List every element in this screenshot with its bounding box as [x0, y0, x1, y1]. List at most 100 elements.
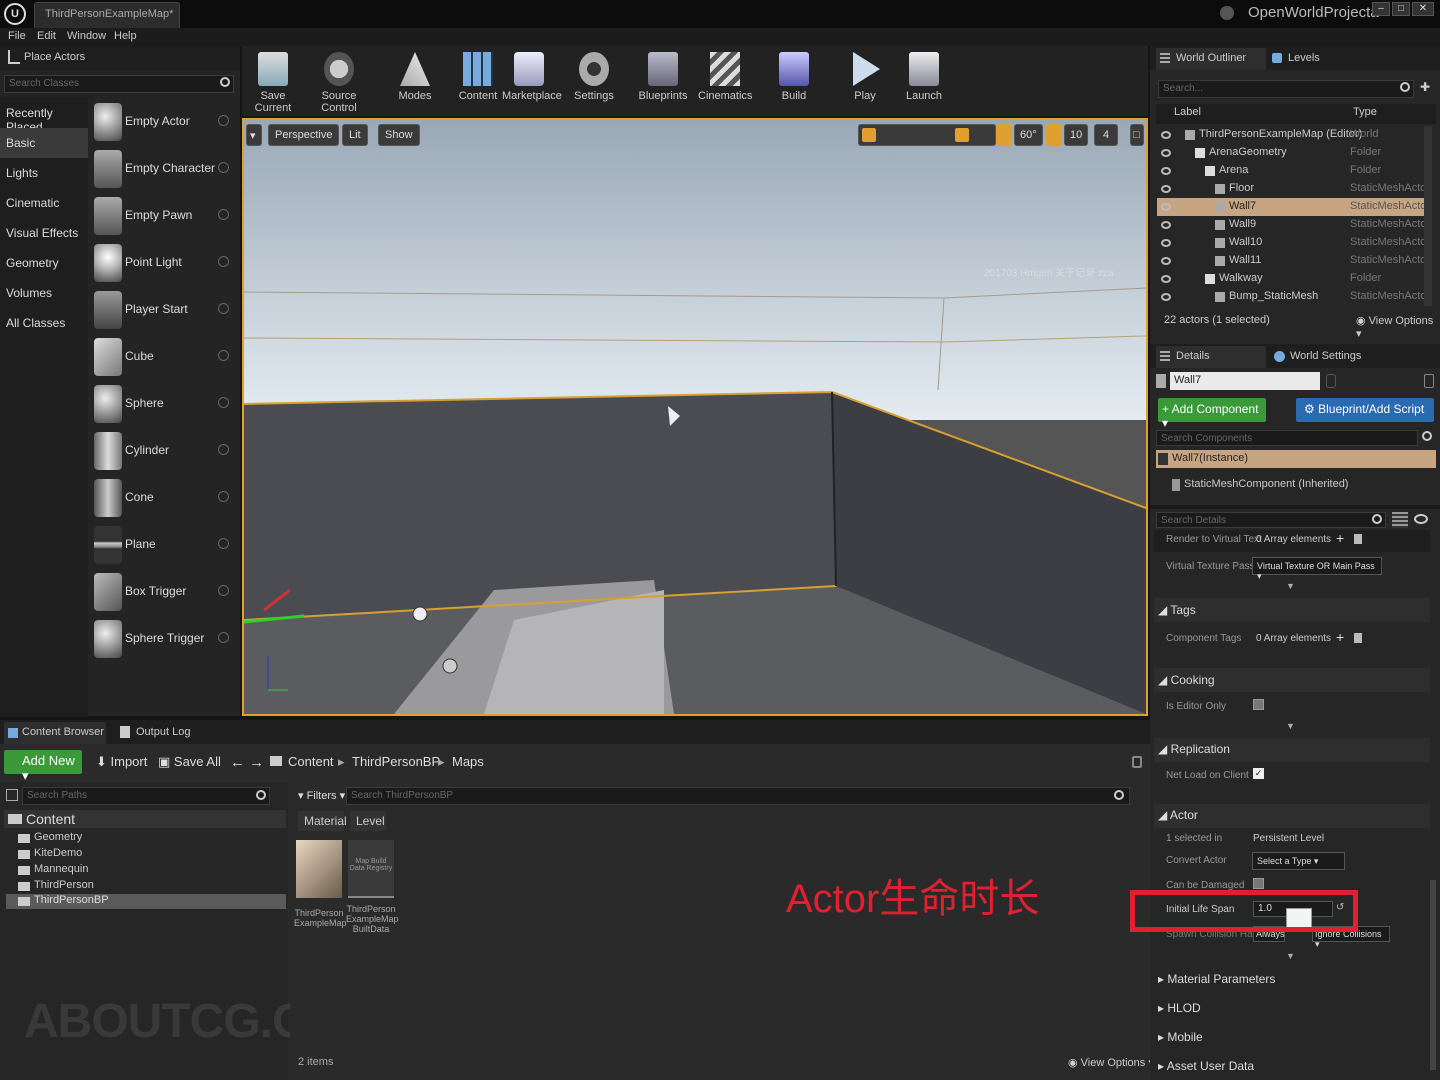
- modes-button[interactable]: Modes: [394, 52, 436, 108]
- material-parameters-section[interactable]: ▸ Material Parameters: [1158, 972, 1275, 986]
- actor-item-sphere[interactable]: Sphere: [90, 381, 236, 428]
- visibility-eye-icon[interactable]: [1161, 221, 1171, 229]
- column-type[interactable]: Type: [1353, 106, 1377, 118]
- minimize-icon[interactable]: –: [1372, 2, 1390, 16]
- unreal-logo-icon[interactable]: U: [4, 3, 26, 25]
- splitter[interactable]: [1150, 505, 1440, 509]
- show-button[interactable]: Show: [378, 124, 420, 146]
- asset-thirdperson-examplemap-builtdata[interactable]: Map Build Data Registry ThirdPerson Exam…: [346, 838, 399, 948]
- tab-output-log[interactable]: Output Log: [118, 722, 208, 744]
- tree-item-mannequin[interactable]: Mannequin: [12, 863, 282, 878]
- history-back-icon[interactable]: ← →: [230, 754, 264, 771]
- mobile-section[interactable]: ▸ Mobile: [1158, 1030, 1203, 1044]
- visibility-eye-icon[interactable]: [1161, 203, 1171, 211]
- cooking-section-header[interactable]: ◢ Cooking: [1158, 673, 1215, 687]
- breadcrumb-maps[interactable]: Maps: [452, 754, 484, 769]
- help-icon[interactable]: [218, 585, 229, 596]
- asset-user-data-section[interactable]: ▸ Asset User Data: [1158, 1059, 1254, 1073]
- save-all-button[interactable]: ▣ Save All: [158, 754, 221, 770]
- add-element-icon[interactable]: +: [1336, 629, 1344, 645]
- scale-snap-icon[interactable]: [1046, 124, 1062, 146]
- editor-only-checkbox[interactable]: [1253, 699, 1264, 710]
- menu-file[interactable]: File: [8, 30, 26, 42]
- maximize-viewport-icon[interactable]: □: [1130, 124, 1144, 146]
- category-basic[interactable]: Basic: [0, 128, 88, 158]
- tags-section-header[interactable]: ◢ Tags: [1158, 603, 1196, 617]
- translate-icon[interactable]: [862, 128, 876, 142]
- category-lights[interactable]: Lights: [0, 158, 88, 188]
- add-folder-icon[interactable]: ✚: [1420, 80, 1434, 96]
- menu-help[interactable]: Help: [114, 30, 137, 42]
- expand-advanced-icon[interactable]: ▼: [1286, 951, 1295, 961]
- tab-world-outliner[interactable]: World Outliner: [1156, 48, 1266, 70]
- document-tab[interactable]: ThirdPersonExampleMap*: [34, 2, 180, 28]
- breadcrumb-content[interactable]: Content: [288, 754, 334, 769]
- expand-advanced-icon[interactable]: ▼: [1286, 721, 1295, 731]
- rotation-snap-value[interactable]: 60°: [1014, 124, 1043, 146]
- actor-item-point-light[interactable]: Point Light: [90, 240, 236, 287]
- content-button[interactable]: Content: [458, 52, 498, 108]
- filters-button[interactable]: ▾ Filters ▾: [298, 789, 345, 802]
- actor-name-field[interactable]: Wall7: [1170, 372, 1320, 390]
- category-recently-placed[interactable]: Recently Placed: [0, 98, 88, 134]
- outliner-row[interactable]: Wall10 StaticMeshActor: [1157, 234, 1430, 252]
- outliner-row[interactable]: ArenaGeometry Folder: [1157, 144, 1425, 162]
- category-visual-effects[interactable]: Visual Effects: [0, 218, 88, 248]
- lock-selection-icon[interactable]: [1424, 374, 1434, 388]
- component-instance-row[interactable]: Wall7(Instance): [1156, 450, 1436, 468]
- search-details-input[interactable]: Search Details: [1156, 512, 1386, 528]
- actor-item-empty-pawn[interactable]: Empty Pawn: [90, 193, 236, 240]
- tree-root-row[interactable]: Content: [4, 810, 286, 828]
- expand-advanced-icon[interactable]: ▼: [1286, 581, 1295, 591]
- category-volumes[interactable]: Volumes: [0, 278, 88, 308]
- outliner-view-options-button[interactable]: ◉ View Options ▾: [1356, 314, 1440, 340]
- trash-icon[interactable]: [1354, 534, 1362, 544]
- hlod-section[interactable]: ▸ HLOD: [1158, 1001, 1201, 1015]
- outliner-row[interactable]: Walkway Folder: [1157, 270, 1425, 288]
- actor-item-cone[interactable]: Cone: [90, 475, 236, 522]
- replication-section-header[interactable]: ◢ Replication: [1158, 742, 1230, 756]
- save-current-button[interactable]: Save Current: [244, 52, 302, 114]
- column-label[interactable]: Label: [1174, 106, 1201, 118]
- filter-chip-material[interactable]: Material: [298, 811, 347, 831]
- import-button[interactable]: ⬇ Import: [96, 754, 147, 770]
- help-icon[interactable]: [218, 444, 229, 455]
- blueprints-button[interactable]: Blueprints: [638, 52, 688, 108]
- maximize-icon[interactable]: □: [1392, 2, 1410, 16]
- tab-world-settings[interactable]: World Settings: [1272, 346, 1382, 368]
- view-options-button[interactable]: ◉ View Options ▾: [1068, 1056, 1154, 1069]
- eye-icon[interactable]: [1414, 514, 1428, 524]
- breadcrumb-thirdpersonbp[interactable]: ThirdPersonBP: [352, 754, 440, 769]
- can-be-damaged-checkbox[interactable]: [1253, 878, 1264, 889]
- category-geometry[interactable]: Geometry: [0, 248, 88, 278]
- visibility-eye-icon[interactable]: [1161, 239, 1171, 247]
- actor-item-empty-character[interactable]: Empty Character: [90, 146, 236, 193]
- convert-actor-dropdown[interactable]: Select a Type ▾: [1252, 852, 1345, 870]
- lock-icon[interactable]: [1132, 756, 1142, 768]
- tree-item-kitedemo[interactable]: KiteDemo: [12, 847, 282, 862]
- actor-item-empty-actor[interactable]: Empty Actor: [90, 99, 236, 146]
- viewport-options-dropdown[interactable]: ▾: [246, 124, 262, 146]
- actor-item-cube[interactable]: Cube: [90, 334, 236, 381]
- build-button[interactable]: Build: [776, 52, 812, 108]
- outliner-row[interactable]: Arena Folder: [1157, 162, 1425, 180]
- search-classes-input[interactable]: Search Classes: [4, 75, 234, 93]
- cinematics-button[interactable]: Cinematics: [698, 52, 752, 108]
- category-all-classes[interactable]: All Classes: [0, 308, 88, 338]
- actor-item-player-start[interactable]: Player Start: [90, 287, 236, 334]
- outliner-row[interactable]: Wall11 StaticMeshActor: [1157, 252, 1430, 270]
- grid-snap-icon[interactable]: [955, 128, 969, 142]
- help-icon[interactable]: [218, 115, 229, 126]
- outliner-scrollbar[interactable]: [1424, 126, 1432, 306]
- help-icon[interactable]: [218, 303, 229, 314]
- tree-item-thirdperson[interactable]: ThirdPerson: [12, 879, 282, 894]
- blueprint-add-script-button[interactable]: ⚙ Blueprint/Add Script: [1296, 398, 1434, 422]
- help-icon[interactable]: [218, 256, 229, 267]
- help-icon[interactable]: [218, 209, 229, 220]
- net-load-checkbox[interactable]: ✓: [1253, 768, 1264, 779]
- add-new-button[interactable]: Add New ▾: [4, 750, 82, 783]
- outliner-row[interactable]: ThirdPersonExampleMap (Editor) World: [1157, 126, 1425, 144]
- visibility-eye-icon[interactable]: [1161, 293, 1171, 301]
- outliner-row[interactable]: Bump_StaticMesh StaticMeshActor: [1157, 288, 1430, 306]
- help-icon[interactable]: [218, 632, 229, 643]
